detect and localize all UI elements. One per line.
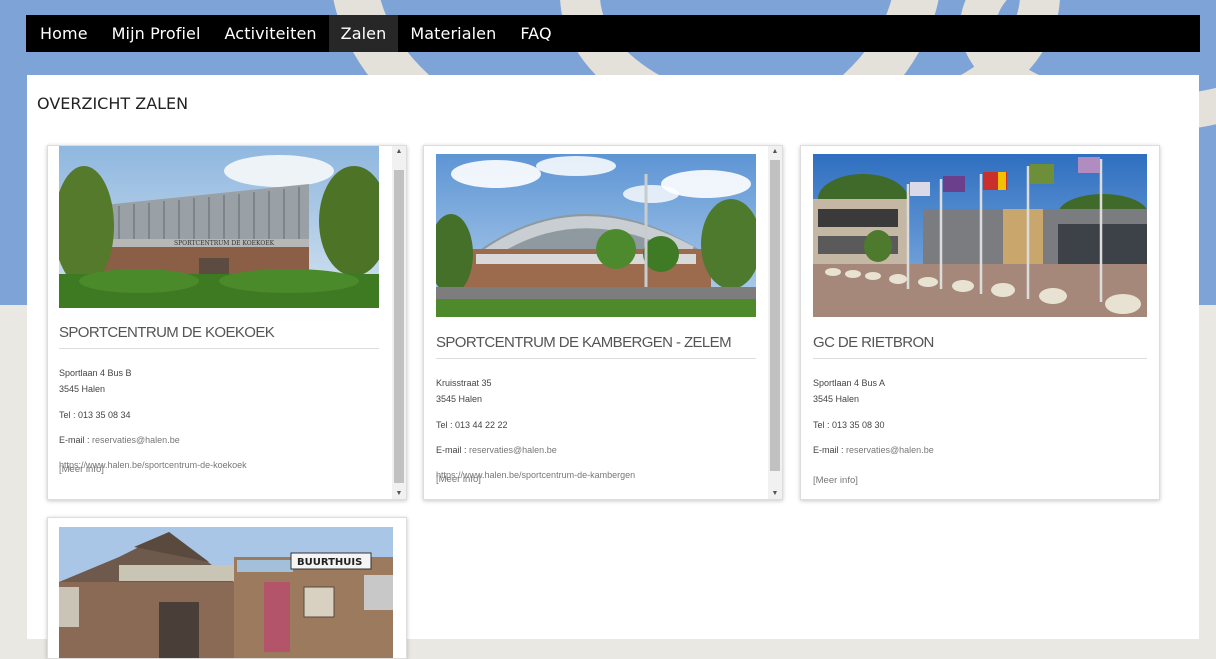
venue-address-street: Sportlaan 4 Bus A <box>813 378 886 388</box>
email-link[interactable]: reservaties@halen.be <box>469 445 557 455</box>
scroll-down-arrow-icon[interactable]: ▼ <box>768 490 782 497</box>
venue-email-row: E-mail : reservaties@halen.be <box>436 444 557 456</box>
venue-card-koekoek: SPORTCENTRUM DE KOEKOEK SPORTCENTRUM DE … <box>47 145 407 500</box>
card-scrollbar[interactable]: ▲ ▼ <box>392 146 406 499</box>
venue-photo[interactable] <box>436 154 756 317</box>
nav-item-activiteiten[interactable]: Activiteiten <box>213 15 329 52</box>
email-label: E-mail : <box>436 445 470 455</box>
venue-title: GC DE RIETBRON <box>813 334 934 351</box>
venue-email-row: E-mail : reservaties@halen.be <box>813 444 934 456</box>
venue-address-city: 3545 Halen <box>59 384 106 394</box>
meer-info-link[interactable]: [Meer info] <box>813 475 858 486</box>
nav-item-materialen[interactable]: Materialen <box>398 15 508 52</box>
buurthuis-sign: BUURTHUIS <box>297 557 362 568</box>
venue-address-city: 3545 Halen <box>813 394 860 404</box>
venue-title: SPORTCENTRUM DE KAMBERGEN - ZELEM <box>436 334 732 351</box>
building-sign: SPORTCENTRUM DE KOEKOEK <box>174 240 275 247</box>
venue-card-rietbron: GC DE RIETBRON Sportlaan 4 Bus A 3545 Ha… <box>800 145 1160 500</box>
venue-address-street: Sportlaan 4 Bus B <box>59 368 132 378</box>
meer-info-link[interactable]: [Meer info] <box>436 474 481 485</box>
venue-photo[interactable]: SPORTCENTRUM DE KOEKOEK <box>59 146 379 308</box>
nav-item-home[interactable]: Home <box>26 15 100 52</box>
nav-item-mijn-profiel[interactable]: Mijn Profiel <box>100 15 213 52</box>
scrollbar-thumb[interactable] <box>770 160 780 471</box>
main-content: OVERZICHT ZALEN SPORTCENTRUM DE KOEKOEK … <box>27 75 1199 659</box>
email-link[interactable]: reservaties@halen.be <box>92 435 180 445</box>
divider <box>436 358 756 359</box>
divider <box>813 358 1147 359</box>
venue-photo[interactable] <box>813 154 1147 317</box>
venue-phone: Tel : 013 44 22 22 <box>436 420 508 430</box>
venue-phone: Tel : 013 35 08 30 <box>813 420 885 430</box>
divider <box>59 348 379 349</box>
nav-item-zalen[interactable]: Zalen <box>328 15 399 52</box>
nav-item-faq[interactable]: FAQ <box>508 15 563 52</box>
scroll-up-arrow-icon[interactable]: ▲ <box>392 148 406 155</box>
venue-card-buurthuis: BUURTHUIS <box>47 517 407 659</box>
venue-address-street: Kruisstraat 35 <box>436 378 492 388</box>
email-label: E-mail : <box>813 445 847 455</box>
venue-photo[interactable]: BUURTHUIS <box>59 527 393 658</box>
venue-email-row: E-mail : reservaties@halen.be <box>59 434 180 446</box>
email-link[interactable]: reservaties@halen.be <box>846 445 934 455</box>
main-navigation: Home Mijn Profiel Activiteiten Zalen Mat… <box>26 15 1200 52</box>
scrollbar-thumb[interactable] <box>394 170 404 483</box>
email-label: E-mail : <box>59 435 93 445</box>
venue-address-city: 3545 Halen <box>436 394 483 404</box>
meer-info-link[interactable]: [Meer info] <box>59 464 104 475</box>
card-scrollbar[interactable]: ▲ ▼ <box>768 146 782 499</box>
scroll-up-arrow-icon[interactable]: ▲ <box>768 148 782 155</box>
scroll-down-arrow-icon[interactable]: ▼ <box>392 490 406 497</box>
venue-phone: Tel : 013 35 08 34 <box>59 410 131 420</box>
page-title: OVERZICHT ZALEN <box>37 94 189 113</box>
venue-title: SPORTCENTRUM DE KOEKOEK <box>59 324 275 341</box>
venue-card-kambergen: SPORTCENTRUM DE KAMBERGEN - ZELEM Kruiss… <box>423 145 783 500</box>
